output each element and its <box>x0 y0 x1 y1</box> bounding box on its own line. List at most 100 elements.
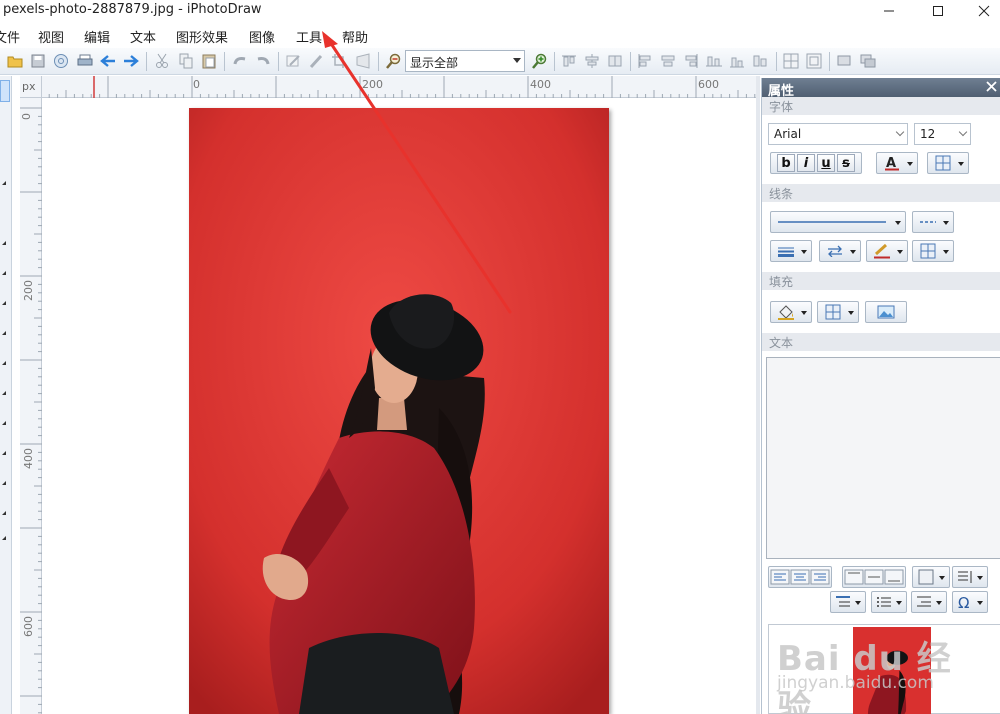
tool-expand-icon[interactable] <box>2 241 6 245</box>
paste-button[interactable] <box>200 52 218 70</box>
tool-expand-icon[interactable] <box>2 421 6 425</box>
tool-expand-icon[interactable] <box>2 536 6 540</box>
line-style-select[interactable] <box>770 211 906 233</box>
bold-button[interactable]: b <box>777 154 795 172</box>
send-back-icon <box>860 54 876 68</box>
brush-button[interactable] <box>307 52 325 70</box>
minimize-icon <box>884 10 894 12</box>
text-section-header: 文本 <box>762 333 1000 351</box>
text-border-button[interactable] <box>927 152 969 174</box>
menu-tools[interactable]: 工具 <box>296 27 322 46</box>
italic-button[interactable]: i <box>797 154 815 172</box>
text-input-area[interactable] <box>766 357 1000 559</box>
line-spacing-button[interactable] <box>952 566 988 588</box>
symbol-button[interactable]: Ω <box>952 591 988 613</box>
close-panel-button[interactable] <box>986 81 997 96</box>
redo-icon <box>257 57 270 65</box>
arrows-icon <box>828 245 842 257</box>
strikethrough-button[interactable]: s <box>837 154 855 172</box>
align-left-icon <box>638 54 651 68</box>
menu-image[interactable]: 图像 <box>249 27 275 46</box>
dropdown-arrow-icon <box>907 162 913 166</box>
app-window: pexels-photo-2887879.jpg - iPhotoDraw 文件… <box>0 0 1000 714</box>
save-button[interactable] <box>29 52 47 70</box>
tool-expand-icon[interactable] <box>2 271 6 275</box>
menu-help[interactable]: 帮助 <box>342 27 368 46</box>
minimize-button[interactable] <box>866 0 912 22</box>
line-dash-button[interactable] <box>912 211 954 233</box>
tool-expand-icon[interactable] <box>2 361 6 365</box>
web-button[interactable] <box>52 52 70 70</box>
fill-color-button[interactable] <box>770 301 812 323</box>
print-button[interactable] <box>76 52 94 70</box>
text-box-button[interactable] <box>912 566 950 588</box>
dropdown-arrow-icon <box>895 221 901 225</box>
photo-image[interactable] <box>189 108 609 714</box>
navigator-thumbnail[interactable]: Bai du 经验 jingyan.baidu.com <box>768 624 1000 714</box>
redo-button[interactable] <box>254 52 272 70</box>
align-top-button[interactable] <box>560 52 578 70</box>
size-button[interactable] <box>751 52 769 70</box>
menu-edit[interactable]: 编辑 <box>84 27 110 46</box>
tool-expand-icon[interactable] <box>2 181 6 185</box>
select-tool[interactable] <box>0 80 10 102</box>
font-size-select[interactable]: 12 <box>914 123 971 145</box>
line-grid-button[interactable] <box>912 240 954 262</box>
tool-expand-icon[interactable] <box>2 391 6 395</box>
numbered-list-button[interactable] <box>871 591 907 613</box>
bullet-list-button[interactable] <box>830 591 866 613</box>
ungroup-button[interactable] <box>805 52 823 70</box>
tool-expand-icon[interactable] <box>2 511 6 515</box>
cut-button[interactable] <box>153 52 171 70</box>
tool-expand-icon[interactable] <box>2 301 6 305</box>
numbered-list-icon <box>877 597 891 607</box>
copy-icon <box>179 53 193 69</box>
font-color-button[interactable]: A <box>876 152 918 174</box>
zoom-in-button[interactable] <box>531 52 549 70</box>
h-ruler-label: 200 <box>362 78 383 91</box>
arrow-style-button[interactable] <box>819 240 861 262</box>
line-weight-button[interactable] <box>770 240 812 262</box>
cut-icon <box>156 53 168 68</box>
align-right-button[interactable] <box>682 52 700 70</box>
back-button[interactable] <box>99 52 117 70</box>
line-color-button[interactable] <box>866 240 908 262</box>
tool-expand-icon[interactable] <box>2 451 6 455</box>
fill-pattern-button[interactable] <box>817 301 859 323</box>
group-button[interactable] <box>782 52 800 70</box>
forward-button[interactable] <box>122 52 140 70</box>
menu-view[interactable]: 视图 <box>38 27 64 46</box>
maximize-button[interactable] <box>915 0 961 22</box>
copy-button[interactable] <box>177 52 195 70</box>
align-center-button[interactable] <box>659 52 677 70</box>
fill-image-button[interactable] <box>865 301 907 323</box>
align-horizontal-button[interactable] <box>705 52 723 70</box>
ruler-unit[interactable]: px <box>20 76 42 98</box>
undo-button[interactable] <box>231 52 249 70</box>
tool-expand-icon[interactable] <box>2 331 6 335</box>
align-left-button[interactable] <box>636 52 654 70</box>
perspective-button[interactable] <box>354 52 372 70</box>
vertical-align-group <box>842 566 906 588</box>
zoom-in-icon <box>532 53 547 69</box>
menu-file[interactable]: 文件 <box>0 27 20 46</box>
toolbar-separator <box>146 52 147 71</box>
zoom-dropdown[interactable]: 显示全部 <box>405 50 525 72</box>
edit-tool-button[interactable] <box>284 52 302 70</box>
crop-button[interactable] <box>330 52 348 70</box>
menu-shape-effects[interactable]: 图形效果 <box>176 27 228 46</box>
align-middle-button[interactable] <box>583 52 601 70</box>
zoom-out-button[interactable] <box>385 52 403 70</box>
send-back-button[interactable] <box>859 52 877 70</box>
font-name-select[interactable]: Arial <box>768 123 908 145</box>
bring-front-button[interactable] <box>836 52 854 70</box>
underline-button[interactable]: u <box>817 154 835 172</box>
open-button[interactable] <box>6 52 24 70</box>
distribute-button[interactable] <box>606 52 624 70</box>
indent-button[interactable] <box>911 591 947 613</box>
close-window-button[interactable] <box>961 0 1000 22</box>
tool-expand-icon[interactable] <box>2 481 6 485</box>
menu-text[interactable]: 文本 <box>130 27 156 46</box>
canvas-scrollbar[interactable] <box>756 76 760 714</box>
align-bottom-button[interactable] <box>728 52 746 70</box>
